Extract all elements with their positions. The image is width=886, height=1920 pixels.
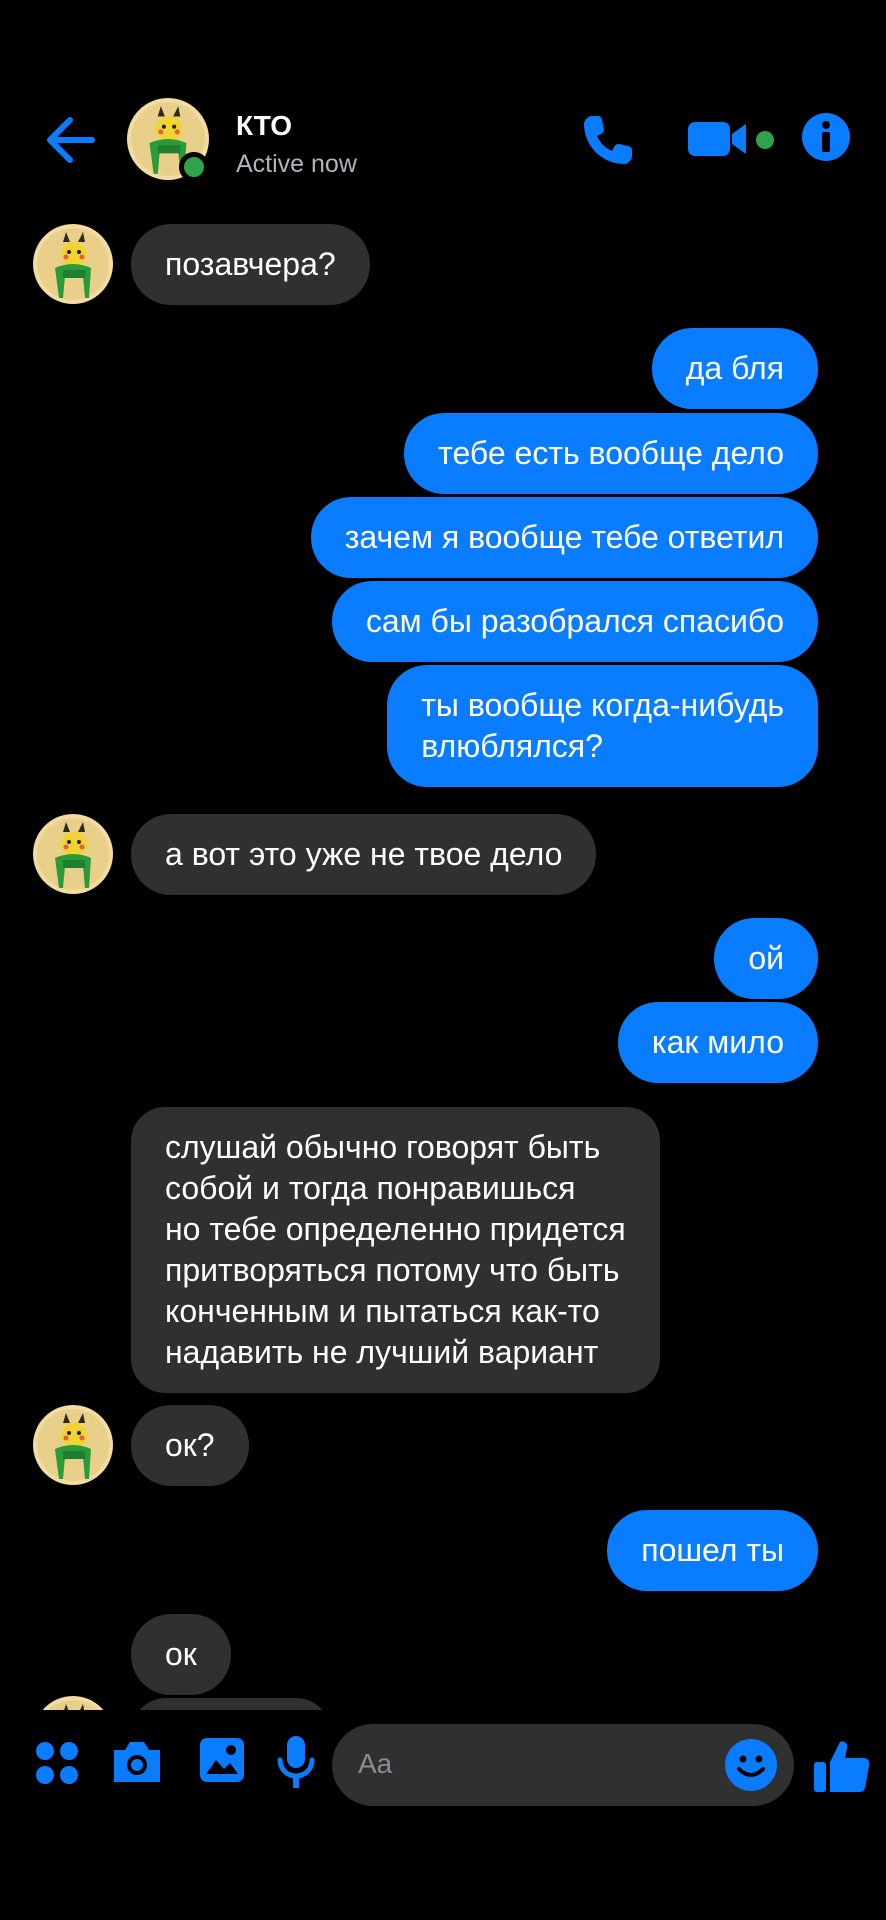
outgoing-message[interactable]: ой	[714, 918, 818, 999]
outgoing-message[interactable]: да бля	[651, 328, 818, 409]
outgoing-message[interactable]: сам бы разобрался спасибо	[331, 581, 818, 662]
incoming-message[interactable]: слушай обычно говорят быть собой и тогда…	[131, 1107, 660, 1393]
apps-grid-icon[interactable]	[34, 1740, 80, 1786]
contact-message-avatar[interactable]	[33, 1405, 113, 1485]
contact-message-avatar[interactable]	[33, 814, 113, 894]
video-camera-icon[interactable]	[688, 118, 750, 160]
message-input-placeholder: Aa	[358, 1748, 393, 1779]
outgoing-message[interactable]: пошел ты	[607, 1510, 818, 1591]
online-indicator	[179, 152, 209, 182]
camera-icon[interactable]	[110, 1738, 164, 1786]
microphone-icon[interactable]	[276, 1734, 316, 1790]
incoming-message[interactable]: позавчера?	[131, 224, 370, 305]
video-available-dot	[756, 131, 774, 149]
gallery-icon[interactable]	[198, 1736, 246, 1784]
incoming-message[interactable]: а вот это уже не твое дело	[131, 814, 597, 895]
contact-name[interactable]: КТО	[236, 110, 292, 142]
chat-header: КТО Active now	[0, 90, 886, 220]
composer-bar: Aa	[0, 1710, 886, 1920]
outgoing-message[interactable]: тебе есть вообще дело	[404, 413, 818, 494]
incoming-message[interactable]: ок?	[131, 1405, 249, 1486]
outgoing-message[interactable]: ты вообще когда-нибудь влюблялся?	[387, 665, 818, 787]
info-icon[interactable]	[801, 112, 851, 162]
thumbs-up-icon[interactable]	[812, 1736, 872, 1796]
incoming-message[interactable]: ок	[131, 1614, 231, 1695]
message-input[interactable]: Aa	[332, 1724, 794, 1806]
back-arrow-icon[interactable]	[40, 110, 100, 170]
emoji-icon[interactable]	[724, 1738, 778, 1792]
outgoing-message[interactable]: как мило	[617, 1002, 818, 1083]
contact-message-avatar[interactable]	[33, 224, 113, 304]
outgoing-message[interactable]: зачем я вообще тебе ответил	[310, 497, 818, 578]
phone-icon[interactable]	[578, 110, 638, 170]
contact-status: Active now	[236, 150, 357, 178]
